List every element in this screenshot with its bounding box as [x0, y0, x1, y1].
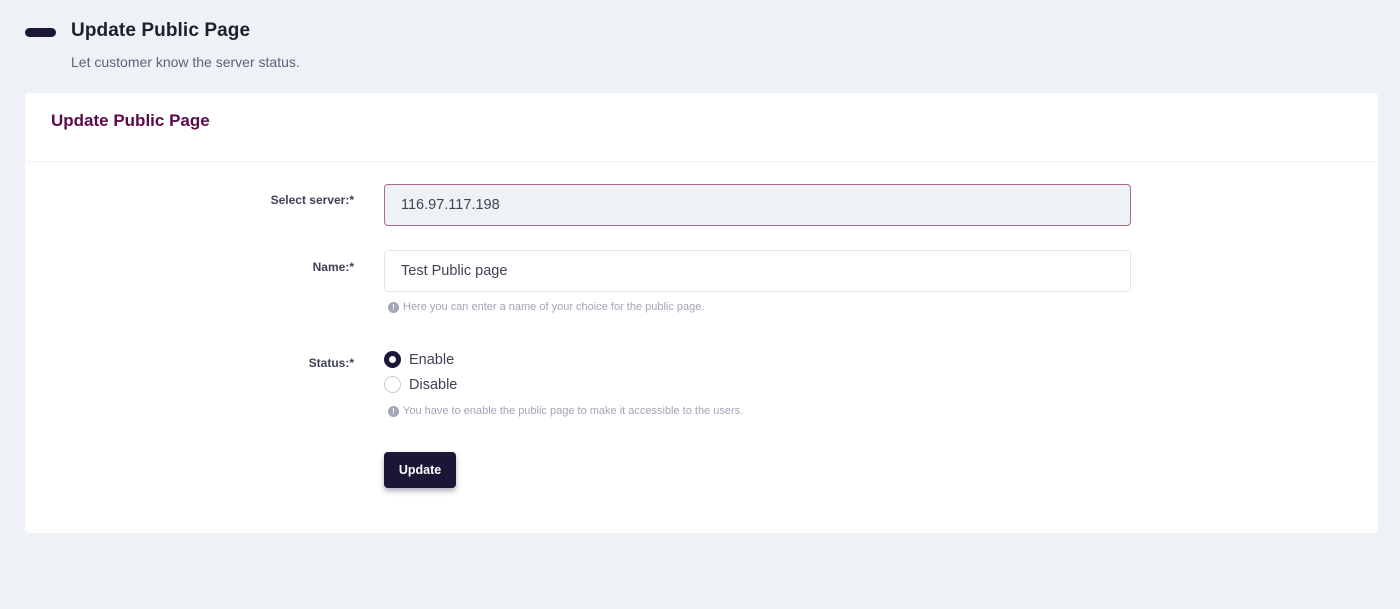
status-option-disable[interactable]: Disable [384, 376, 457, 393]
name-label: Name:* [312, 260, 354, 274]
status-option-enable[interactable]: Enable [384, 351, 454, 368]
radio-unchecked-icon[interactable] [384, 376, 401, 393]
select-server-label: Select server:* [270, 193, 354, 207]
info-icon: ! [388, 301, 399, 313]
status-option-label: Enable [409, 351, 455, 368]
name-input[interactable]: Test Public page [384, 250, 1131, 292]
status-hint-text: You have to enable the public page to ma… [403, 405, 744, 417]
update-public-page-card: Update Public Page Select server:* 116.9… [25, 93, 1378, 533]
card-title: Update Public Page [51, 111, 210, 130]
status-label: Status:* [308, 356, 354, 370]
page-header: Update Public Page Let customer know the… [25, 20, 625, 80]
card-header: Update Public Page [25, 93, 1378, 162]
name-hint: ! Here you can enter a name of your choi… [388, 301, 704, 313]
name-input-value: Test Public page [401, 263, 508, 279]
name-hint-text: Here you can enter a name of your choice… [403, 301, 705, 313]
page-subtitle: Let customer know the server status. [71, 54, 300, 70]
header-bar-icon [25, 28, 56, 37]
update-button[interactable]: Update [384, 452, 456, 488]
select-server-value: 116.97.117.198 [401, 197, 500, 213]
select-server-field[interactable]: 116.97.117.198 [384, 184, 1131, 226]
radio-checked-icon[interactable] [384, 351, 401, 368]
status-hint: ! You have to enable the public page to … [388, 405, 743, 417]
status-option-label: Disable [409, 376, 458, 393]
info-icon: ! [388, 405, 399, 417]
page-title: Update Public Page [71, 20, 251, 41]
